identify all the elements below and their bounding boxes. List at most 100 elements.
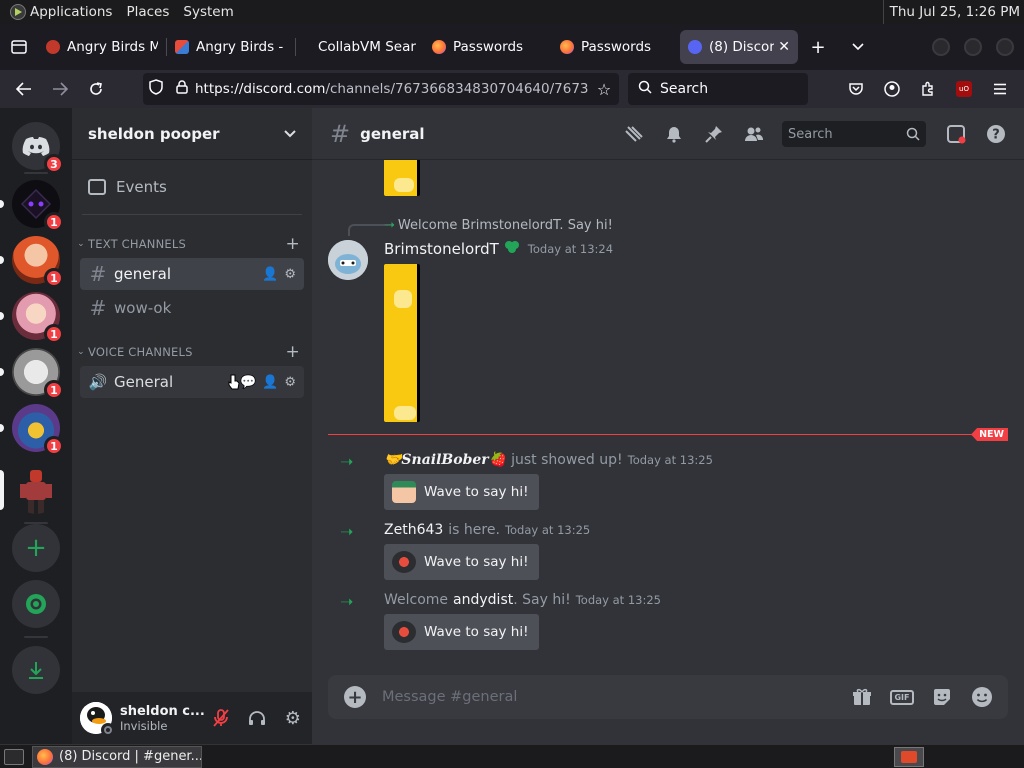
- create-channel-plus-icon[interactable]: +: [286, 342, 300, 362]
- message-author-avatar[interactable]: [328, 240, 368, 280]
- sticker-icon[interactable]: [922, 681, 962, 713]
- invisible-status-indicator: [101, 723, 115, 737]
- reply-preview[interactable]: ➝ Welcome BrimstonelordT. Say hi!: [384, 218, 613, 233]
- channel-general[interactable]: # general 👤 ⚙: [80, 258, 304, 290]
- wave-to-say-hi-button[interactable]: Wave to say hi!: [384, 474, 539, 510]
- speaker-icon: 🔊: [88, 373, 108, 391]
- wave-sticker-icon: [392, 551, 416, 573]
- new-tab-button[interactable]: +: [798, 24, 838, 70]
- invite-member-icon[interactable]: 👤: [262, 267, 278, 282]
- bookmark-star-icon[interactable]: ☆: [589, 80, 619, 99]
- tab-angry-birds-1[interactable]: Angry Birds M: [38, 30, 166, 64]
- sidebar-divider: [82, 214, 302, 215]
- workspace-switcher[interactable]: [894, 747, 924, 767]
- url-text[interactable]: https://discord.com/channels/76736683483…: [195, 81, 589, 97]
- message-composer[interactable]: + Message #general GIF: [328, 675, 1008, 719]
- server-icon-4[interactable]: 1: [12, 292, 64, 344]
- gear-icon[interactable]: ⚙: [284, 375, 296, 390]
- tab-title: Passwords: [453, 39, 524, 55]
- yellow-image-attachment[interactable]: [384, 160, 420, 196]
- system-menu[interactable]: System: [183, 4, 233, 20]
- firefox-view-button[interactable]: [0, 24, 38, 70]
- bell-notification-icon[interactable]: [654, 118, 694, 150]
- search-placeholder: Search: [660, 81, 709, 97]
- composer-placeholder[interactable]: Message #general: [382, 689, 842, 705]
- pin-icon[interactable]: [694, 118, 734, 150]
- tab-passwords-1[interactable]: Passwords: [424, 30, 552, 64]
- close-window-button[interactable]: [996, 38, 1014, 56]
- headphones-icon[interactable]: [241, 702, 273, 734]
- help-icon[interactable]: ?: [976, 118, 1016, 150]
- emoji-smiley-icon[interactable]: [962, 681, 1002, 713]
- server-icon-sheldon-pooper[interactable]: [12, 466, 60, 514]
- microphone-muted-icon[interactable]: [205, 702, 237, 734]
- user-names[interactable]: sheldon c... Invisible: [120, 704, 205, 733]
- add-server-button[interactable]: +: [12, 524, 60, 572]
- events-item[interactable]: Events: [80, 170, 304, 204]
- pocket-button[interactable]: [838, 73, 874, 105]
- upload-plus-icon[interactable]: +: [344, 686, 366, 708]
- tracking-protection-shield-icon[interactable]: [143, 79, 169, 99]
- show-desktop-button[interactable]: [4, 748, 24, 765]
- tab-angry-birds-2[interactable]: Angry Birds -: [167, 30, 295, 64]
- close-tab-icon[interactable]: ✕: [778, 39, 790, 55]
- lock-icon[interactable]: [169, 80, 195, 98]
- ublock-origin-button[interactable]: uO: [946, 73, 982, 105]
- explore-servers-button[interactable]: [12, 580, 60, 628]
- chat-bubble-icon[interactable]: 💬: [240, 375, 256, 390]
- server-icon-6[interactable]: 1: [12, 404, 64, 456]
- joined-user-name[interactable]: Zeth643: [384, 522, 443, 538]
- places-menu[interactable]: Places: [126, 4, 169, 20]
- join-arrow-icon: ➝: [340, 592, 354, 611]
- url-bar[interactable]: https://discord.com/channels/76736683483…: [143, 73, 619, 105]
- list-all-tabs-button[interactable]: [838, 24, 878, 70]
- account-button[interactable]: [874, 73, 910, 105]
- wave-to-say-hi-button[interactable]: Wave to say hi!: [384, 614, 539, 650]
- tab-discord-active[interactable]: (8) Discord | # ✕: [680, 30, 798, 64]
- gift-icon[interactable]: [842, 681, 882, 713]
- category-text-channels[interactable]: ⌄ TEXT CHANNELS +: [74, 234, 300, 254]
- server-header[interactable]: sheldon pooper: [72, 108, 312, 160]
- minimize-button[interactable]: [932, 38, 950, 56]
- tab-collabvm-searxng[interactable]: CollabVM SearXN: [296, 30, 424, 64]
- maximize-button[interactable]: [964, 38, 982, 56]
- server-icon-3[interactable]: 1: [12, 236, 64, 288]
- server-icon-2[interactable]: 1: [12, 180, 64, 232]
- channel-wow-ok[interactable]: # wow-ok: [80, 292, 304, 324]
- gear-icon[interactable]: ⚙: [284, 267, 296, 282]
- user-settings-gear-icon[interactable]: ⚙: [277, 702, 309, 734]
- user-avatar[interactable]: [80, 702, 115, 737]
- yellow-image-attachment[interactable]: [384, 264, 420, 422]
- panel-menus: Applications Places System: [0, 0, 246, 24]
- hand-cursor-icon: [228, 374, 240, 390]
- create-channel-plus-icon[interactable]: +: [286, 234, 300, 254]
- app-menu-button[interactable]: [982, 73, 1018, 105]
- threads-icon[interactable]: [614, 118, 654, 150]
- back-button[interactable]: [6, 73, 42, 105]
- tab-passwords-2[interactable]: Passwords: [552, 30, 680, 64]
- distro-logo-icon[interactable]: [10, 4, 26, 20]
- member-list-icon[interactable]: [734, 118, 774, 150]
- category-voice-channels[interactable]: ⌄ VOICE CHANNELS +: [74, 342, 300, 362]
- taskbar-window-firefox[interactable]: (8) Discord | #gener...: [32, 745, 202, 768]
- reload-button[interactable]: [78, 73, 114, 105]
- wave-to-say-hi-button[interactable]: Wave to say hi!: [384, 544, 539, 580]
- extensions-button[interactable]: [910, 73, 946, 105]
- invite-member-icon[interactable]: 👤: [262, 375, 278, 390]
- message-author-name[interactable]: BrimstonelordT: [384, 240, 499, 258]
- joined-user-name[interactable]: andydist: [453, 592, 513, 608]
- applications-menu[interactable]: Applications: [30, 4, 112, 20]
- gif-icon[interactable]: GIF: [882, 681, 922, 713]
- inbox-icon[interactable]: [936, 118, 976, 150]
- pocket-icon: [849, 83, 863, 95]
- web-search-bar[interactable]: Search: [628, 73, 808, 105]
- voice-channel-general[interactable]: 🔊 General 💬 👤 ⚙: [80, 366, 304, 398]
- message-search-input[interactable]: Search: [782, 121, 926, 147]
- forward-button[interactable]: [42, 73, 78, 105]
- joined-user-name[interactable]: 🤝SnailBober🍓: [384, 452, 506, 468]
- server-icon-5[interactable]: 1: [12, 348, 64, 400]
- unread-pill: [0, 256, 4, 264]
- download-apps-button[interactable]: [12, 646, 60, 694]
- clock[interactable]: Thu Jul 25, 1:26 PM: [882, 0, 1020, 24]
- direct-messages-button[interactable]: 3: [12, 122, 64, 174]
